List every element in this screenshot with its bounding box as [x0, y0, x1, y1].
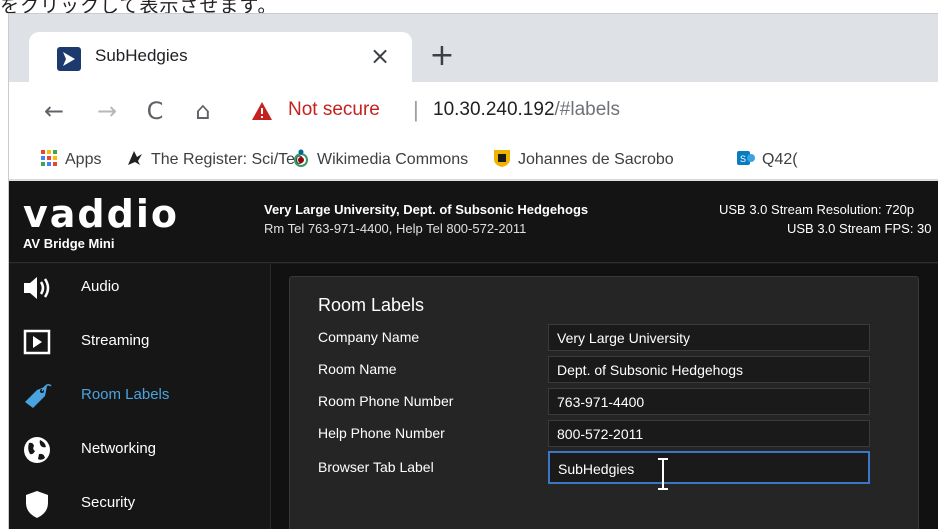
- room-name-label: Room Name: [318, 361, 397, 377]
- svg-text:S: S: [740, 154, 746, 164]
- panel-title: Room Labels: [318, 295, 425, 315]
- bookmark-sacrobosco[interactable]: Johannes de Sacrobo: [492, 148, 674, 169]
- sidebar-item-label: Security: [81, 494, 136, 511]
- browser-tab-label-field[interactable]: SubHedgies: [548, 451, 870, 484]
- browser-window: SubHedgies × + ← → C ⌂ Not secure | 10.3…: [8, 13, 938, 529]
- back-arrow-icon[interactable]: ←: [39, 96, 69, 126]
- bookmark-q42[interactable]: S Q42(: [736, 148, 798, 169]
- address-bar[interactable]: Not secure | 10.30.240.192/#labels: [237, 90, 938, 132]
- not-secure-label[interactable]: Not secure: [288, 99, 380, 121]
- vaddio-favicon-icon: [57, 47, 81, 71]
- site-contact: Rm Tel 763-971-4400, Help Tel 800-572-20…: [264, 221, 527, 236]
- bookmark-label: Apps: [65, 151, 102, 168]
- vaddio-logo: vaddio: [23, 192, 179, 236]
- forward-arrow-icon[interactable]: →: [92, 96, 122, 126]
- site-name: Very Large University, Dept. of Subsonic…: [264, 202, 589, 217]
- sidebar-item-security[interactable]: Security: [9, 480, 271, 529]
- sidebar-item-networking[interactable]: Networking: [9, 426, 271, 480]
- bookmark-label: The Register: Sci/Tec: [151, 151, 304, 168]
- bookmark-label: Johannes de Sacrobo: [518, 151, 674, 168]
- tab-close-icon[interactable]: ×: [365, 41, 395, 71]
- sidebar-item-streaming[interactable]: Streaming: [9, 318, 271, 372]
- room-labels-panel: Room Labels Company Name Very Large Univ…: [289, 276, 919, 529]
- browser-tab[interactable]: SubHedgies ×: [29, 32, 412, 84]
- company-name-field[interactable]: Very Large University: [548, 324, 870, 351]
- bookmarks-bar: Apps The Register: Sci/Tec Wikimedia Com…: [9, 140, 938, 180]
- bookmark-wikimedia[interactable]: Wikimedia Commons: [291, 148, 468, 169]
- caption-text: をクリックして表示させます。: [0, 0, 278, 17]
- company-name-label: Company Name: [318, 329, 420, 345]
- reload-icon[interactable]: C: [140, 96, 170, 126]
- home-icon[interactable]: ⌂: [188, 96, 218, 126]
- sidebar-item-label: Networking: [81, 440, 157, 457]
- help-phone-field[interactable]: 800-572-2011: [548, 420, 870, 447]
- browser-tab-label-label: Browser Tab Label: [318, 459, 434, 475]
- address-separator: |: [413, 97, 419, 122]
- bookmark-label: Q42(: [762, 151, 798, 168]
- sidebar: Audio Streaming Room Labels Networking S…: [9, 264, 271, 529]
- sidebar-item-label: Audio: [81, 278, 120, 295]
- wikimedia-icon: [294, 149, 308, 167]
- tab-title: SubHedgies: [95, 46, 188, 65]
- device-model: AV Bridge Mini: [23, 236, 115, 251]
- tag-icon: [25, 384, 52, 408]
- warning-triangle-icon: [252, 102, 272, 120]
- device-header: vaddio AV Bridge Mini Very Large Univers…: [9, 181, 938, 263]
- new-tab-button[interactable]: +: [425, 40, 459, 74]
- shield-logo-icon: [494, 150, 510, 167]
- register-vulture-icon: [128, 151, 142, 165]
- bookmark-apps[interactable]: Apps: [39, 148, 101, 169]
- help-phone-label: Help Phone Number: [318, 425, 445, 441]
- bookmark-label: Wikimedia Commons: [317, 151, 469, 168]
- url-host: 10.30.240.192: [433, 99, 555, 120]
- room-phone-field[interactable]: 763-971-4400: [548, 388, 870, 415]
- speaker-icon: [24, 277, 50, 299]
- text-cursor-icon: [658, 458, 668, 490]
- url-text[interactable]: 10.30.240.192/#labels: [433, 99, 620, 121]
- sidebar-item-label: Room Labels: [81, 386, 170, 403]
- apps-grid-icon: [41, 150, 57, 166]
- url-path: /#labels: [554, 99, 621, 120]
- shield-icon: [26, 491, 48, 518]
- main-content: Room Labels Company Name Very Large Univ…: [271, 264, 938, 529]
- sidebar-item-audio[interactable]: Audio: [9, 264, 271, 318]
- stream-resolution: USB 3.0 Stream Resolution: 720p: [719, 202, 915, 217]
- room-name-field[interactable]: Dept. of Subsonic Hedgehogs: [548, 356, 870, 383]
- vaddio-web-ui: vaddio AV Bridge Mini Very Large Univers…: [9, 181, 938, 529]
- tab-strip: SubHedgies × +: [9, 14, 938, 84]
- sharepoint-icon: S: [737, 151, 755, 165]
- sidebar-item-label: Streaming: [81, 332, 150, 349]
- play-icon: [23, 329, 51, 355]
- room-phone-label: Room Phone Number: [318, 393, 454, 409]
- browser-toolbar: ← → C ⌂ Not secure | 10.30.240.192/#labe…: [9, 82, 938, 140]
- globe-icon: [24, 437, 50, 463]
- bookmark-the-register[interactable]: The Register: Sci/Tec: [125, 148, 303, 169]
- stream-fps: USB 3.0 Stream FPS: 30: [787, 221, 932, 236]
- sidebar-item-room-labels[interactable]: Room Labels: [9, 372, 271, 426]
